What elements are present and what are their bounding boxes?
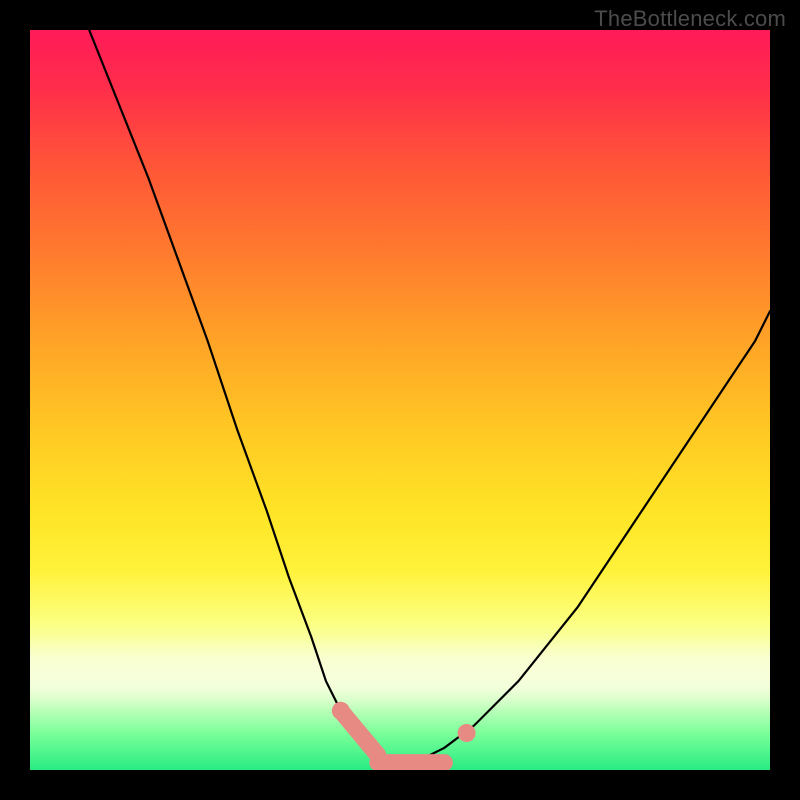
salmon-upper-dot [332, 702, 350, 720]
right-curve [415, 311, 770, 770]
watermark-text: TheBottleneck.com [594, 6, 786, 32]
chart-frame: TheBottleneck.com [0, 0, 800, 800]
plot-area [30, 30, 770, 770]
left-curve [89, 30, 385, 770]
curve-layer [30, 30, 770, 770]
salmon-far-dot [458, 724, 476, 742]
